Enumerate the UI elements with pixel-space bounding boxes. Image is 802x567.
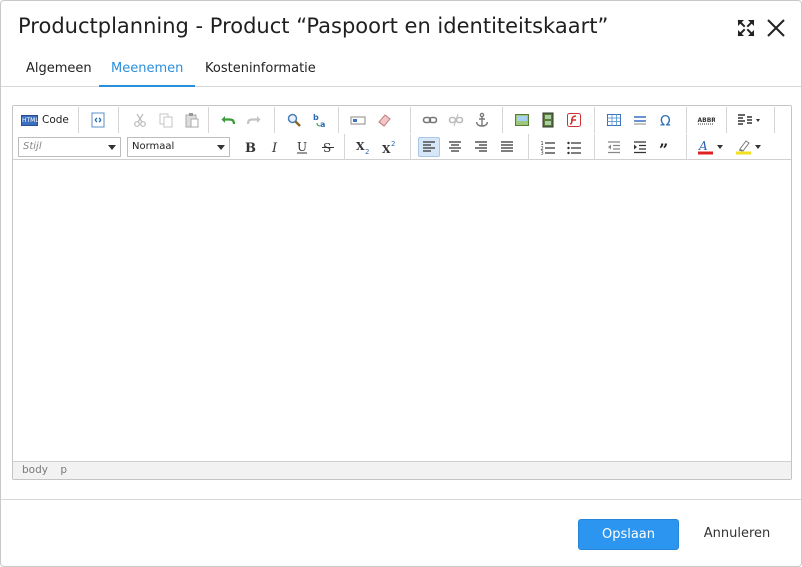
save-button[interactable]: Opslaan (578, 519, 679, 550)
templates-dropdown[interactable] (735, 110, 765, 130)
align-center-icon[interactable] (444, 137, 466, 157)
format-select[interactable]: Normaal (127, 137, 230, 157)
toolbar-group-scripts: X2 X2 (345, 134, 411, 160)
product-dialog: Productplanning - Product “Paspoort en i… (0, 0, 802, 567)
toolbar-group-source: HTML Code (13, 107, 79, 133)
paste-icon[interactable] (181, 110, 203, 130)
svg-text:a: a (320, 120, 325, 128)
preview-icon[interactable] (87, 110, 109, 130)
chevron-down-icon (108, 145, 116, 150)
image-icon[interactable] (511, 110, 533, 130)
html-icon: HTML (21, 114, 39, 126)
toolbar-group-clipboard (119, 107, 209, 133)
toolbar-group-forms (339, 107, 411, 133)
link-icon[interactable] (419, 110, 441, 130)
svg-text:U: U (297, 140, 307, 154)
toolbar-group-indent: ” (595, 134, 687, 160)
table-icon[interactable] (603, 110, 625, 130)
svg-text:X: X (356, 140, 365, 153)
editor-statusbar: body p (13, 461, 791, 479)
toolbar-group-templates (727, 107, 775, 133)
find-icon[interactable] (283, 110, 305, 130)
font-color-dropdown[interactable]: A (695, 137, 729, 157)
svg-text:2: 2 (365, 148, 369, 155)
highlight-color-dropdown[interactable] (733, 137, 767, 157)
superscript-icon[interactable]: X2 (379, 137, 401, 157)
abbreviation-icon[interactable]: ABBR (695, 110, 717, 130)
svg-text:B: B (245, 141, 256, 155)
editor-content-area[interactable] (13, 161, 791, 461)
path-p[interactable]: p (60, 464, 67, 476)
video-icon[interactable] (537, 110, 559, 130)
flash-icon[interactable] (563, 110, 585, 130)
svg-text:3: 3 (541, 151, 544, 156)
svg-text:X: X (382, 143, 391, 155)
special-char-icon[interactable]: Ω (655, 110, 677, 130)
svg-text:”: ” (659, 140, 668, 155)
svg-text:Ω: Ω (660, 114, 671, 129)
rich-text-editor: HTML Code b a Ω ABBR Stijl Normaal B I U… (12, 105, 792, 480)
svg-text:b: b (313, 113, 319, 122)
underline-icon[interactable]: U (291, 137, 313, 157)
text-field-icon[interactable] (347, 110, 369, 130)
close-icon[interactable] (765, 17, 787, 39)
toolbar-group-history (209, 107, 275, 133)
copy-icon[interactable] (155, 110, 177, 130)
redo-icon[interactable] (243, 110, 265, 130)
style-select-label: Stijl (23, 141, 42, 152)
outdent-icon[interactable] (603, 137, 625, 157)
tab-bar: Algemeen Meenemen Kosteninformatie (1, 57, 801, 87)
italic-icon[interactable]: I (265, 137, 287, 157)
subscript-icon[interactable]: X2 (353, 137, 375, 157)
editor-toolbar: HTML Code b a Ω ABBR Stijl Normaal B I U… (13, 106, 791, 160)
code-view-button[interactable]: HTML Code (21, 111, 69, 129)
toolbar-row-2: Stijl Normaal B I U S X 2 X 2 1 2 3 ” A (13, 134, 791, 160)
style-select[interactable]: Stijl (18, 137, 121, 157)
tab-meenemen[interactable]: Meenemen (99, 57, 196, 87)
anchor-icon[interactable] (471, 110, 493, 130)
toolbar-group-preview (79, 107, 119, 133)
toolbar-row-1: HTML Code b a Ω ABBR (13, 107, 791, 133)
toolbar-group-basic-styles: B I U S (235, 134, 345, 160)
numbered-list-icon[interactable]: 123 (537, 137, 559, 157)
svg-text:I: I (271, 141, 278, 155)
blockquote-icon[interactable]: ” (655, 137, 677, 157)
toolbar-group-colors: A (687, 134, 775, 160)
tab-algemeen[interactable]: Algemeen (14, 57, 104, 87)
tab-kosteninformatie[interactable]: Kosteninformatie (193, 57, 328, 87)
strikethrough-icon[interactable]: S (317, 137, 339, 157)
align-right-icon[interactable] (470, 137, 492, 157)
toolbar-group-abbr: ABBR (687, 107, 727, 133)
undo-icon[interactable] (217, 110, 239, 130)
bullet-list-icon[interactable] (563, 137, 585, 157)
svg-text:A: A (698, 139, 708, 153)
toolbar-group-insert: Ω (595, 107, 687, 133)
svg-text:ABBR: ABBR (698, 117, 716, 124)
chevron-down-icon (217, 145, 225, 150)
cut-icon[interactable] (129, 110, 151, 130)
toolbar-group-alignment (411, 134, 529, 160)
dialog-footer: Opslaan Annuleren (1, 499, 801, 566)
toolbar-group-links (411, 107, 503, 133)
path-body[interactable]: body (22, 464, 48, 476)
align-left-icon[interactable] (418, 137, 440, 157)
format-select-label: Normaal (132, 141, 175, 152)
horizontal-rule-icon[interactable] (629, 110, 651, 130)
dialog-title: Productplanning - Product “Paspoort en i… (18, 14, 609, 38)
bold-icon[interactable]: B (239, 137, 261, 157)
code-button-label: Code (42, 114, 69, 126)
expand-icon[interactable] (735, 17, 757, 39)
dialog-header: Productplanning - Product “Paspoort en i… (1, 1, 801, 55)
justify-icon[interactable] (496, 137, 518, 157)
toolbar-group-lists: 123 (529, 134, 595, 160)
indent-icon[interactable] (629, 137, 651, 157)
toolbar-group-media (503, 107, 595, 133)
replace-icon[interactable]: ba (309, 110, 331, 130)
eraser-icon[interactable] (373, 110, 395, 130)
svg-text:2: 2 (391, 140, 395, 148)
unlink-icon[interactable] (445, 110, 467, 130)
toolbar-group-find: ba (275, 107, 339, 133)
cancel-button[interactable]: Annuleren (691, 519, 783, 550)
